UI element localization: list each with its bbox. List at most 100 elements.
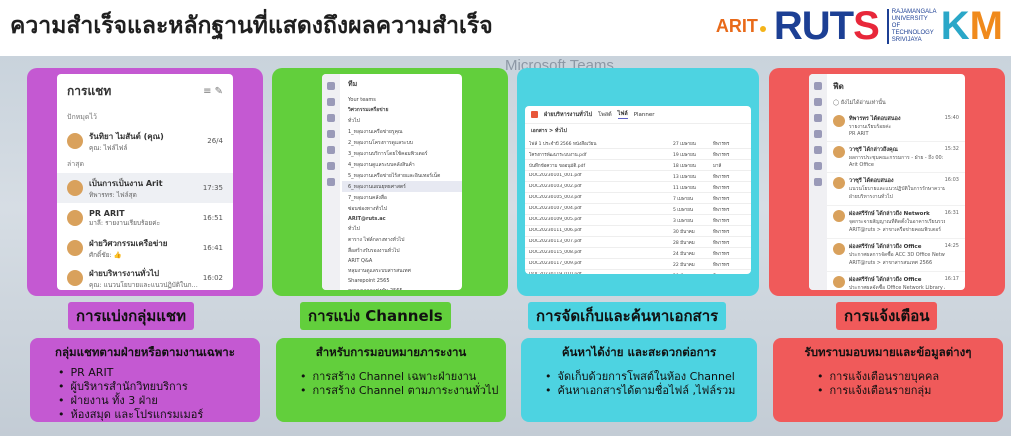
feed-item[interactable]: วาซุรี ได้ตอบสนอง แนวนโยบายและแนวปฏิบัติใ… — [827, 173, 965, 206]
bullet: การแจ้งเตือนรายกลุ่ม — [817, 384, 993, 398]
file-name: DOC20230117_009.pdf — [529, 260, 582, 266]
bullet: ค้นหาเอกสารได้ตามชื่อไฟล์ ,ไฟล์รวม — [545, 384, 747, 398]
feed-item-text: จุดกระจายสัญญาณที่ติดตั้งในอาคารเรียนรวม… — [849, 219, 945, 225]
channels-screenshot: ทีม Your teams วิศวกรรมเครือข่าย ทั่วไป 1_ห… — [322, 74, 462, 290]
file-row[interactable]: ไฟล์ 1 ประจำปี 2566 หนังสือเวียน 27 เมษาย… — [525, 138, 751, 149]
feed-item[interactable]: ผ่องศรีรักษ์ ได้กล่าวถึง Office ประกาศผลจ… — [827, 272, 965, 290]
feed-item-text: ผลการประชุมคณะกรรมการ - ฝ่าย - ถึง 00: 0… — [849, 155, 945, 161]
channel-item[interactable]: ทั่วไป — [342, 115, 462, 126]
channel-item[interactable]: ทั่วไป — [342, 223, 462, 234]
desc-documents: ค้นหาได้ง่าย และสะดวกต่อการ จัดเก็บด้วยก… — [521, 338, 757, 422]
file-date: 7 เมษายน — [673, 196, 694, 202]
bullet: การแจ้งเตือนรายบุคคล — [817, 370, 993, 384]
file-row[interactable]: DOC20230103_002.pdf 11 เมษายน ทิพารทร — [525, 182, 751, 193]
feed-item-text: รายงานเรียบร้อยค่ะ — [849, 124, 892, 130]
file-row[interactable]: บันทึกข้อความ ขออนุมัติ.pdf 18 เมษายน มาลี — [525, 160, 751, 171]
chat-list-item[interactable]: PR ARIT มาลี: รายงานเรียบร้อยค่ะ 16:51 — [57, 203, 233, 233]
tab-files[interactable]: ไฟล์ — [617, 110, 628, 119]
file-row[interactable]: DOC20230113_007.pdf 28 มีนาคม ทิพารทร — [525, 237, 751, 248]
teams-app-rail — [322, 74, 340, 290]
file-by: ทิพารทร — [713, 185, 730, 191]
channel-item[interactable]: 4_หลุมงานดูแลระบบคลังสินค้า — [342, 159, 462, 170]
feed-item-time: 15:40 — [944, 115, 959, 121]
avatar — [67, 210, 83, 226]
file-name: DOC20230109_005.pdf — [529, 216, 582, 222]
file-row[interactable]: โครงการพัฒนาระบบงาน.pdf 19 เมษายน ทิพารทร — [525, 149, 751, 160]
avatar — [67, 133, 83, 149]
channel-item[interactable]: 5_หลุมงานเครือข่ายไร้สายและอินเทอร์เน็ต — [342, 170, 462, 181]
feed-item-title: วาซุรี ได้ตอบสนอง — [849, 178, 894, 184]
chat-panel: การแชท ≡ ✎ ปักหมุดไว้ รันทิยา ไมสันต์ (ค… — [27, 68, 263, 296]
channel-item[interactable]: ARIT Q&A — [342, 256, 462, 265]
bullet: PR ARIT — [58, 366, 250, 380]
channel-item[interactable]: 6_หลุมงานแผนยุทธศาสตร์ — [342, 181, 462, 192]
channel-item[interactable]: 2_หลุมงานโครงการดูแลระบบ — [342, 137, 462, 148]
tab-posts[interactable]: โพสต์ — [598, 111, 612, 119]
file-name: DOC20230105_003.pdf — [529, 194, 582, 200]
tab-planner[interactable]: Planner — [634, 112, 655, 118]
notifications-panel: ฟีด ◯ ยังไม่ได้อ่านเท่านั้น ทิพารทร ได้ต… — [769, 68, 1005, 296]
feed-item-source: ARIT@ruts > สาขาสารสนเทศ 2566 — [849, 260, 933, 266]
bullet: การสร้าง Channel ตามภาระงานทั่วไป — [300, 384, 499, 398]
desc-channels: สำหรับการมอบหมายภาระงาน การสร้าง Channel… — [276, 338, 506, 422]
arit-logo: ARIT — [716, 16, 766, 37]
avatar — [67, 240, 83, 256]
channel-item[interactable]: หลุมงานดูแลระบบสารสนเทศ — [342, 265, 462, 276]
heading-documents: การจัดเก็บและค้นหาเอกสาร — [528, 302, 727, 330]
file-date: 22 มีนาคม — [673, 262, 695, 268]
filter-compose-icon[interactable]: ≡ ✎ — [203, 86, 223, 97]
channel-item[interactable]: ตารางเวลาแข่งขัน 2565 — [342, 285, 462, 291]
bullet: ห้องสมุด และโปรแกรมเมอร์ — [58, 408, 250, 422]
channel-item[interactable]: Sharepoint 2565 — [342, 276, 462, 285]
unread-toggle[interactable]: ◯ ยังไม่ได้อ่านเท่านั้น — [827, 99, 965, 111]
channel-item[interactable]: 1_หลุมงานเครือข่ายรูคุณ — [342, 126, 462, 137]
avatar — [833, 276, 845, 288]
feed-item[interactable]: ทิพารทร ได้ตอบสนอง รายงานเรียบร้อยค่ะ PR A… — [827, 111, 965, 142]
feed-item[interactable]: ผ่องศรีรักษ์ ได้กล่าวถึง Office ประกาศผลก… — [827, 239, 965, 272]
chat-list-item[interactable]: ฝ่ายบริหารงานทั่วไป คุณ: แนวนโยบายและแนวป… — [57, 263, 233, 290]
page-title: ความสำเร็จและหลักฐานที่แสดงถึงผลความสำเร… — [10, 13, 493, 39]
files-screenshot: ฝ่ายบริหารงานทั่วไป โพสต์ ไฟล์ Planner เ… — [525, 106, 751, 274]
file-row[interactable]: DOC20230117_009.pdf 22 มีนาคม ทิพารทร — [525, 259, 751, 270]
channel-item[interactable]: ARIT@ruts.ac — [342, 214, 462, 223]
feed-item-source: ฝ่ายบริหารงานทั่วไป — [849, 194, 893, 200]
chat-list-item[interactable]: ฝ่ายวิศวกรรมเครือข่าย ศักดิ์ชัย: 👍 16:41 — [57, 233, 233, 263]
file-row[interactable]: DOC20230119_010.pdf 20 มีนาคมทิพารทร — [525, 270, 751, 275]
file-row[interactable]: DOC20230101_001.pdf 13 เมษายน ทิพารทร — [525, 171, 751, 182]
chat-list-item[interactable]: เป็นการเป็นงาน Arit ทิพารทร: ไฟล์สุด 17:3… — [57, 173, 233, 203]
feed-item[interactable]: ผ่องศรีรักษ์ ได้กล่าวถึง Network จุดกระจา… — [827, 206, 965, 239]
feed-item-time: 15:32 — [944, 146, 959, 152]
heading-channels: การแบ่ง Channels — [300, 302, 451, 330]
channel-item[interactable]: Your teams — [342, 95, 462, 104]
bullet: การสร้าง Channel เฉพาะฝ่ายงาน — [300, 370, 496, 384]
feed-item-source: ARIT@ruts > สาขาเครือข่ายคอมพิวเตอร์ — [849, 227, 941, 233]
channel-item[interactable]: สื่อสร้างรับรองงานทั่วไป — [342, 245, 462, 256]
files-panel: ฝ่ายบริหารงานทั่วไป โพสต์ ไฟล์ Planner เ… — [517, 68, 759, 296]
channel-item[interactable]: 7_หลุมงานคลังสื่อ — [342, 192, 462, 203]
file-by: ทิพารทร — [713, 174, 730, 180]
channel-item[interactable]: ตาราง ไฟล์กลางทางทั่วไป — [342, 234, 462, 245]
file-date: 19 เมษายน — [673, 152, 696, 158]
feed-item-title: ผ่องศรีรักษ์ ได้กล่าวถึง Office — [849, 244, 922, 250]
file-date: 28 มีนาคม — [673, 240, 695, 246]
file-by: มาลี — [713, 163, 722, 169]
file-date: 18 เมษายน — [673, 163, 696, 169]
channel-item[interactable]: 3_หลุมงานบริการโดยใช้คอมพิวเตอร์ — [342, 148, 462, 159]
teams-title: ทีม — [348, 80, 358, 88]
file-date: 11 เมษายน — [673, 185, 696, 191]
file-row[interactable]: DOC20230107_004.pdf 5 เมษายน ทิพารทร — [525, 204, 751, 215]
file-row[interactable]: DOC20230111_006.pdf 30 มีนาคม ทิพารทร — [525, 226, 751, 237]
desc-chat-groups: กลุ่มแชทตามฝ่ายหรือตามงานเฉพาะ PR ARIT ผ… — [30, 338, 260, 422]
channel-item[interactable]: ซ่อนช่องทางทั่วไป — [342, 203, 462, 214]
feed-item[interactable]: วาซุรี ได้กล่าวถึงคุณ ผลการประชุมคณะกรรมก… — [827, 142, 965, 173]
file-row[interactable]: DOC20230115_008.pdf 24 มีนาคม ทิพารทร — [525, 248, 751, 259]
file-name: DOC20230115_008.pdf — [529, 249, 582, 255]
file-date: 27 เมษายน — [673, 141, 696, 147]
file-row[interactable]: DOC20230105_003.pdf 7 เมษายน ทิพารทร — [525, 193, 751, 204]
file-name: โครงการพัฒนาระบบงาน.pdf — [529, 152, 587, 158]
channel-item[interactable]: วิศวกรรมเครือข่าย — [342, 104, 462, 115]
chat-list-item[interactable]: รันทิยา ไมสันต์ (คุณ) คุณ: ไฟล์ไฟล์ 26/4 — [57, 126, 233, 156]
file-by: ทิพารทร — [713, 207, 730, 213]
file-date: 24 มีนาคม — [673, 251, 695, 257]
file-row[interactable]: DOC20230109_005.pdf 3 เมษายน ทิพารทร — [525, 215, 751, 226]
